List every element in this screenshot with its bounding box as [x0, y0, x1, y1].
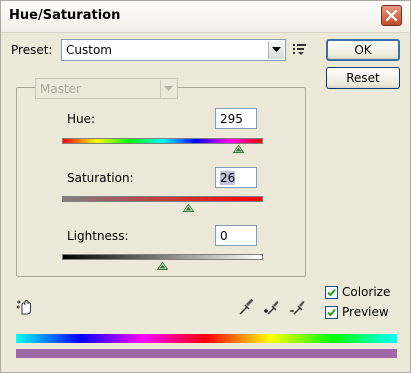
- lightness-value: 0: [220, 229, 228, 243]
- preset-label: Preset:: [11, 43, 53, 57]
- hue-input[interactable]: 295: [215, 108, 257, 129]
- close-icon: [385, 9, 398, 22]
- channel-dropdown[interactable]: Master: [35, 78, 178, 99]
- preview-label[interactable]: Preview: [342, 305, 389, 319]
- saturation-input[interactable]: 26: [215, 167, 257, 188]
- result-color-bar: [16, 349, 397, 358]
- reset-button[interactable]: Reset: [326, 67, 400, 89]
- colorize-label[interactable]: Colorize: [342, 285, 390, 299]
- chevron-down-icon[interactable]: [160, 80, 176, 98]
- chevron-down-icon[interactable]: [268, 41, 284, 59]
- hue-value: 295: [220, 112, 243, 126]
- saturation-value: 26: [220, 171, 236, 185]
- title-bar[interactable]: Hue/Saturation: [1, 1, 410, 33]
- preview-checkbox[interactable]: [325, 306, 338, 319]
- close-button[interactable]: [381, 5, 402, 26]
- lightness-input[interactable]: 0: [215, 225, 257, 246]
- eyedropper-icon[interactable]: [238, 298, 254, 319]
- preset-value: Custom: [66, 43, 112, 57]
- preset-options-icon[interactable]: [293, 43, 307, 58]
- on-image-adjust-hand-icon[interactable]: [16, 298, 36, 319]
- hue-label: Hue:: [67, 112, 96, 126]
- ok-button[interactable]: OK: [326, 39, 400, 61]
- checkmark-icon: [327, 308, 336, 317]
- preset-dropdown[interactable]: Custom: [61, 39, 286, 61]
- eyedropper-add-icon[interactable]: [263, 298, 279, 319]
- dialog-title: Hue/Saturation: [9, 8, 121, 23]
- saturation-label: Saturation:: [67, 171, 134, 185]
- lightness-slider-thumb[interactable]: [156, 259, 169, 273]
- lightness-label: Lightness:: [67, 229, 129, 243]
- eyedropper-subtract-icon[interactable]: [289, 298, 305, 319]
- saturation-slider-track[interactable]: [62, 196, 263, 202]
- adjustment-group: [16, 87, 306, 277]
- input-color-bar: [16, 334, 397, 343]
- hue-saturation-dialog: Hue/Saturation Preset: Custom OK Reset M…: [0, 0, 411, 373]
- checkmark-icon: [327, 288, 336, 297]
- colorize-checkbox[interactable]: [325, 286, 338, 299]
- channel-value: Master: [40, 82, 81, 96]
- hue-slider-thumb[interactable]: [232, 142, 245, 156]
- saturation-slider-thumb[interactable]: [182, 201, 195, 215]
